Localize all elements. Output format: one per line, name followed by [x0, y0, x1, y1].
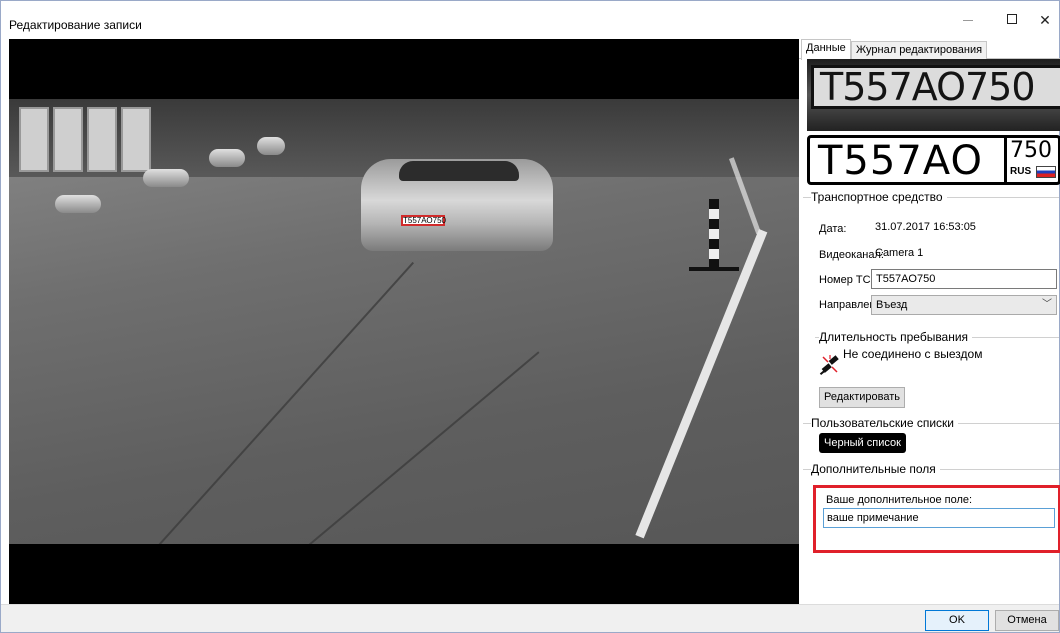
unlinked-plug-icon: [819, 355, 839, 376]
traffic-post: [709, 199, 719, 269]
channel-value: Camera 1: [875, 247, 924, 259]
window-title: Редактирование записи: [9, 18, 142, 32]
car-windshield: [399, 161, 519, 181]
close-icon: ✕: [1039, 12, 1051, 28]
detected-car: T557АО750: [361, 159, 553, 251]
number-label: Номер ТС: [819, 274, 871, 286]
direction-value: Въезд: [876, 299, 908, 311]
parking-bumper: [257, 137, 285, 155]
extra-fields-group-title: Дополнительные поля: [811, 462, 940, 476]
plate-main-number: T557AO: [818, 138, 983, 184]
plate-separator: [1004, 138, 1007, 182]
minimize-button[interactable]: [949, 6, 985, 34]
extra-field-label: Ваше дополнительное поле:: [826, 494, 973, 506]
edit-button[interactable]: Редактировать: [819, 387, 905, 408]
parking-bumper: [143, 169, 189, 187]
extra-field-highlight: Ваше дополнительное поле: ваше примечани…: [813, 485, 1060, 553]
stay-group-title: Длительность пребывания: [819, 330, 973, 344]
door-panel: [53, 107, 83, 172]
parking-bumper: [209, 149, 245, 167]
detected-plate-overlay: T557АО750: [401, 215, 446, 226]
tab-strip: Данные Журнал редактирования: [799, 39, 1060, 60]
ok-button[interactable]: OK: [925, 610, 989, 631]
edit-record-window: Редактирование записи ✕ T557АО750 Данные…: [0, 0, 1060, 633]
cancel-button[interactable]: Отмена: [995, 610, 1059, 631]
tab-edit-log[interactable]: Журнал редактирования: [851, 41, 988, 59]
blacklist-badge[interactable]: Черный список: [819, 433, 906, 453]
lane-marking: [635, 229, 768, 539]
door-panel: [19, 107, 49, 172]
plate-photo: T557AO750: [807, 59, 1060, 131]
traffic-post-base: [689, 267, 739, 271]
maximize-icon: [1007, 14, 1017, 24]
road-crack: [308, 351, 540, 544]
plate-region: 750: [1010, 138, 1052, 163]
date-value: 31.07.2017 16:53:05: [875, 221, 976, 233]
door-panel: [121, 107, 151, 172]
stay-status: Не соединено с выездом: [843, 347, 983, 361]
chevron-down-icon: ﹀: [1042, 299, 1052, 310]
extra-field-input[interactable]: ваше примечание: [823, 508, 1055, 528]
tab-data[interactable]: Данные: [801, 39, 851, 60]
number-input[interactable]: T557AO750: [871, 269, 1057, 289]
maximize-button[interactable]: [995, 6, 1031, 34]
details-panel: Данные Журнал редактирования T557AO750 T…: [799, 39, 1060, 604]
date-label: Дата:: [819, 223, 847, 235]
plate-photo-text: T557AO750: [811, 65, 1060, 109]
camera-image: T557АО750: [9, 99, 799, 544]
minimize-icon: [963, 20, 973, 21]
vehicle-group-title: Транспортное средство: [811, 190, 947, 204]
close-button[interactable]: ✕: [1031, 6, 1059, 34]
video-frame: T557АО750: [9, 39, 799, 604]
parking-bumper: [55, 195, 101, 213]
plate-render: T557AO 750 RUS: [807, 135, 1060, 185]
title-bar: Редактирование записи ✕: [1, 1, 1059, 39]
road-crack: [158, 261, 415, 544]
plate-country: RUS: [1010, 166, 1032, 177]
dialog-footer: OK Отмена: [1, 604, 1059, 632]
direction-select[interactable]: Въезд ﹀: [871, 295, 1057, 315]
user-lists-group-title: Пользовательские списки: [811, 416, 958, 430]
door-panel: [87, 107, 117, 172]
russia-flag-icon: [1036, 166, 1056, 178]
